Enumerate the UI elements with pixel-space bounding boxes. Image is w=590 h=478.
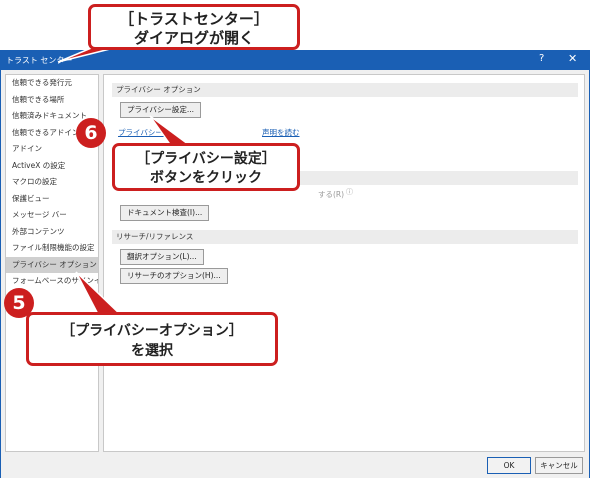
top-callout-line2: ダイアログが開く [133, 29, 254, 47]
step5-callout: ［プライバシーオプション］ を選択 [26, 312, 278, 366]
top-callout: ［トラストセンター］ ダイアログが開く [88, 4, 300, 50]
step5-line1: ［プライバシーオプション］ [61, 323, 243, 339]
step5-line2: を選択 [131, 343, 173, 359]
step6-callout: ［プライバシー設定］ ボタンをクリック [112, 143, 300, 191]
annotation-arrows [57, 45, 199, 319]
step6-line2: ボタンをクリック [150, 170, 262, 186]
step6-line1: ［プライバシー設定］ [136, 151, 276, 167]
step6-badge: 6 [76, 118, 106, 148]
top-callout-line1: ［トラストセンター］ [119, 10, 269, 28]
step5-badge: 5 [4, 288, 34, 318]
